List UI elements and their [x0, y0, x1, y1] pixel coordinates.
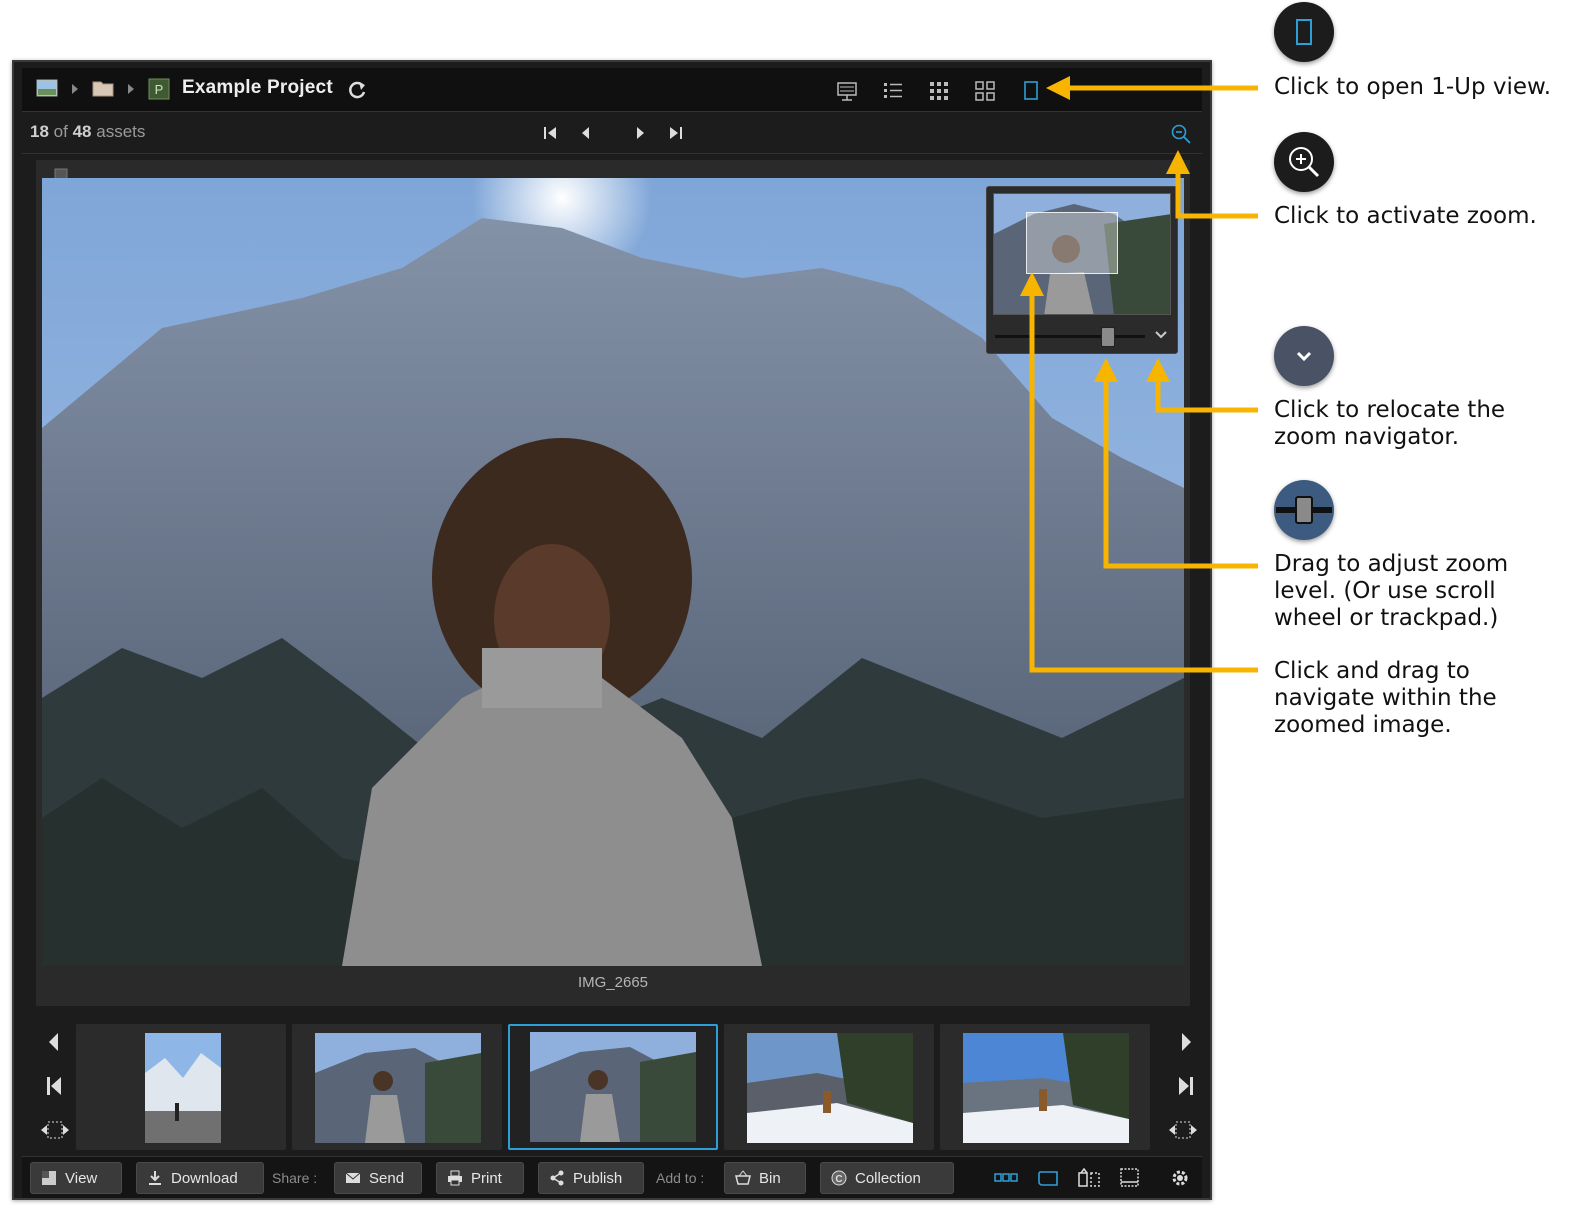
callout-zoom-text: Click to activate zoom. — [1274, 203, 1537, 229]
callout-one-up-text: Click to open 1-Up view. — [1274, 74, 1552, 100]
callout-slider-circle — [1274, 480, 1334, 540]
callout-zoom-circle — [1274, 132, 1334, 192]
chevron-down-icon — [1296, 351, 1312, 362]
one-up-icon — [1296, 19, 1312, 45]
callout-navigate-text: Click and drag to navigate within the zo… — [1274, 658, 1497, 738]
callout-relocate-text: Click to relocate the zoom navigator. — [1274, 397, 1506, 450]
callout-slider-text: Drag to adjust zoom level. (Or use scrol… — [1274, 551, 1509, 631]
zoom-in-icon — [1289, 147, 1320, 178]
callout-relocate-circle — [1274, 326, 1334, 386]
callout-one-up-circle — [1274, 2, 1334, 62]
slider-handle-icon — [1276, 496, 1332, 524]
